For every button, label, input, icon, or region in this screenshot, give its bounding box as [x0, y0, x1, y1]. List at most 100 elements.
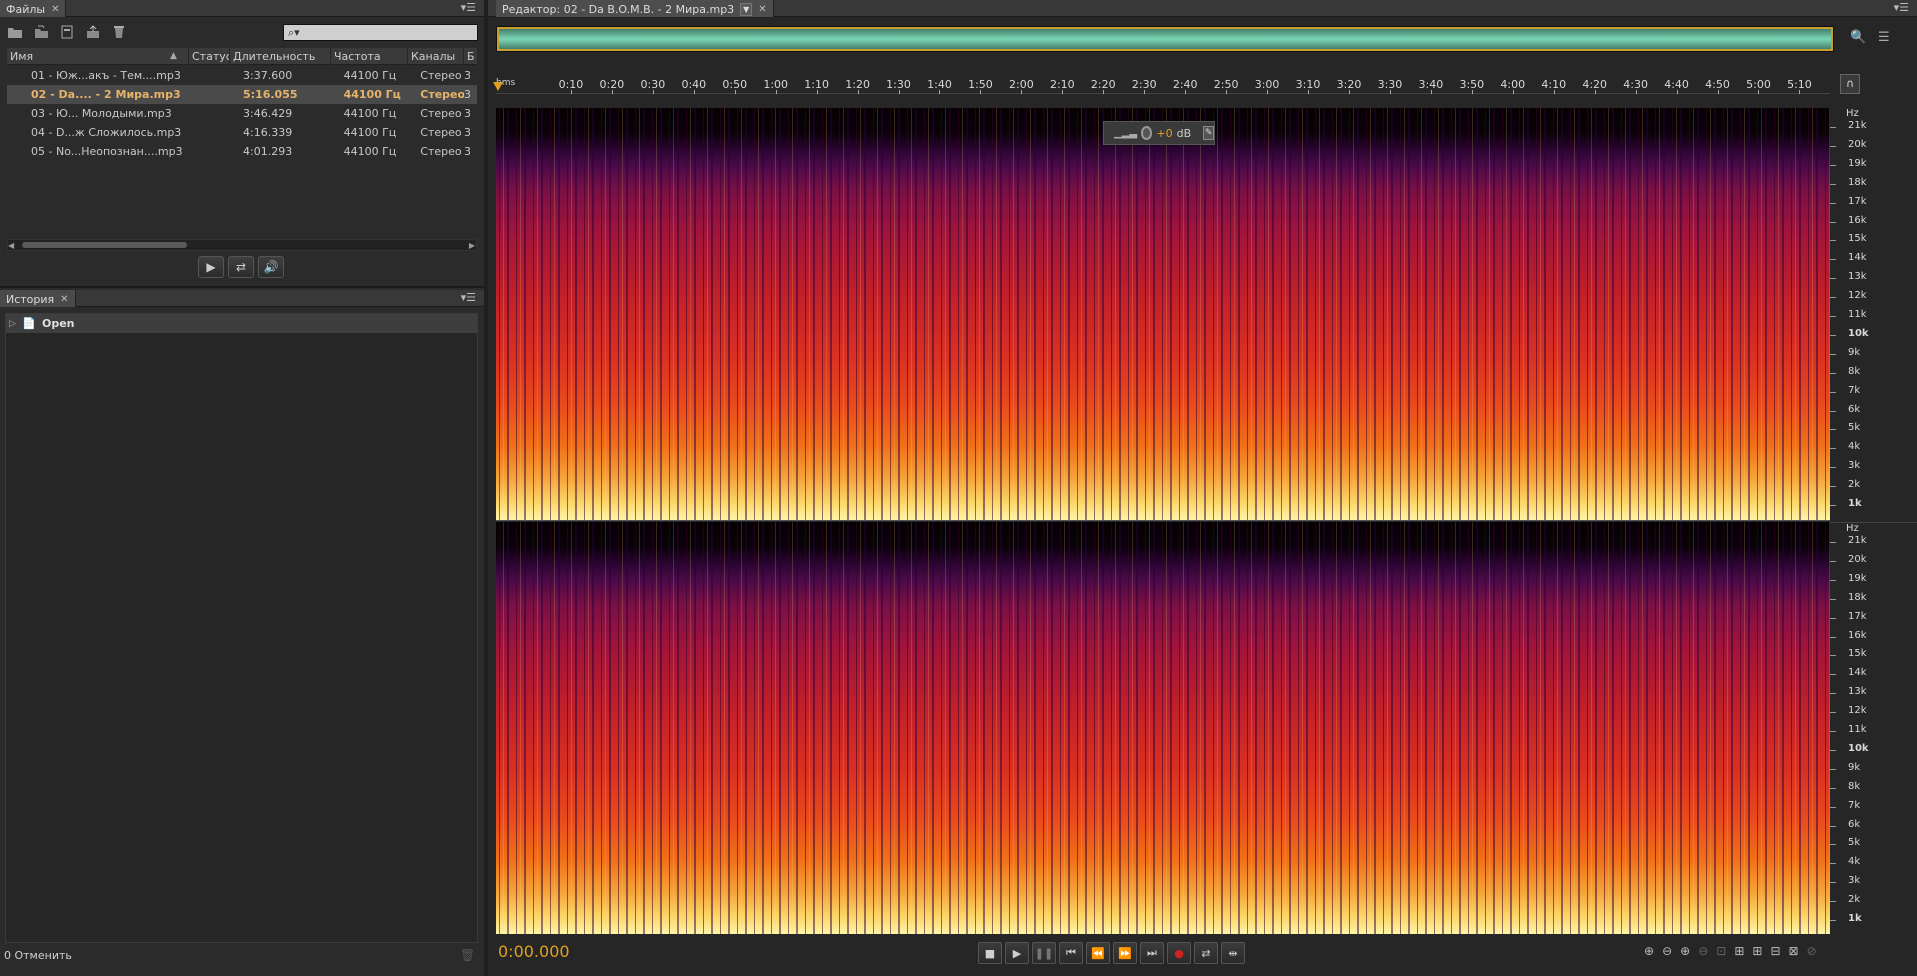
tab-history[interactable]: История ✕: [0, 290, 76, 307]
zoom-in-point-icon[interactable]: ⊞: [1734, 944, 1744, 958]
ruler-tick: [898, 90, 900, 94]
zoom-in-time-icon[interactable]: ⊕: [1680, 944, 1690, 958]
time-ruler[interactable]: hms 0:10 0:20 0:30 0:40 0:50 1:00 1:10 1:20 1:30…: [496, 74, 1830, 94]
rewind-icon[interactable]: ⏪: [1086, 942, 1110, 964]
file-b: 3: [464, 69, 472, 82]
panel-menu-icon[interactable]: ▾☰: [1894, 1, 1909, 14]
stop-icon[interactable]: ■: [978, 942, 1002, 964]
close-icon[interactable]: ✕: [60, 294, 68, 305]
ruler-tick: [570, 90, 572, 94]
history-item-label: Open: [42, 317, 75, 330]
level-meter-icon: ▁▂▃: [1114, 127, 1138, 139]
time-display[interactable]: 0:00.000: [498, 942, 570, 961]
file-frequency: 44100 Гц: [343, 88, 401, 101]
zoom-out-amplitude-icon[interactable]: ⊖: [1662, 944, 1672, 958]
tab-files[interactable]: Файлы ✕: [0, 0, 67, 17]
col-channels[interactable]: Каналы: [408, 48, 464, 65]
hz-label: 14k: [1848, 667, 1867, 679]
ruler-tick: [1676, 90, 1678, 94]
play-icon[interactable]: ▶: [198, 256, 224, 278]
panel-menu-icon[interactable]: ▾☰: [461, 291, 476, 304]
zoom-reset-icon[interactable]: ⊘: [1807, 944, 1817, 958]
col-b[interactable]: Б: [464, 48, 477, 65]
fast-forward-icon[interactable]: ⏩: [1113, 942, 1137, 964]
list-icon[interactable]: ☰: [1878, 30, 1890, 45]
file-b: 3: [464, 107, 472, 120]
zoom-icon[interactable]: 🔍: [1850, 30, 1866, 45]
overview-bar[interactable]: [496, 26, 1834, 52]
file-row[interactable]: ⫶⫶⫶05 - No...Неопознан....mp3 4:01.293 441…: [7, 142, 477, 161]
file-name: 04 - D...ж Сложилось.mp3: [31, 126, 182, 139]
scroll-thumb[interactable]: [22, 242, 187, 248]
col-status[interactable]: Статус: [189, 48, 230, 65]
new-file-icon[interactable]: [56, 22, 78, 42]
scroll-right-icon[interactable]: ▶: [469, 241, 475, 250]
col-name[interactable]: Имя: [7, 48, 189, 65]
hz-label: 12k: [1848, 290, 1867, 302]
file-row[interactable]: ⫶⫶⫶01 - Юж...акъ - Тем....mp3 3:37.600 441…: [7, 66, 477, 85]
overview-view-range[interactable]: [497, 27, 1833, 51]
file-row[interactable]: ⫶⫶⫶02 - Da.... - 2 Мира.mp3 5:16.055 44100…: [7, 85, 477, 104]
volume-knob-icon[interactable]: [1141, 126, 1153, 140]
file-dropdown-icon[interactable]: ▼: [740, 3, 753, 16]
playhead-marker[interactable]: [493, 82, 503, 91]
close-icon[interactable]: ✕: [51, 4, 59, 15]
spectrogram-right[interactable]: [496, 522, 1830, 934]
transport-controls: ■ ▶ ❚❚ ⏮ ⏪ ⏩ ⏭ ● ⇄ ⇹: [978, 942, 1245, 964]
ruler-tick: [693, 90, 695, 94]
hz-label: 1k: [1848, 913, 1862, 924]
spectrogram-left[interactable]: [496, 108, 1830, 521]
auto-play-icon[interactable]: 🔊: [258, 256, 284, 278]
hz-tick: [1830, 655, 1836, 657]
zoom-out-time-icon[interactable]: ⊖: [1698, 944, 1708, 958]
file-row[interactable]: ⫶⫶⫶04 - D...ж Сложилось.mp3 4:16.339 44100…: [7, 123, 477, 142]
files-scrollbar[interactable]: ◀ ▶: [7, 239, 477, 251]
scroll-left-icon[interactable]: ◀: [8, 241, 14, 250]
open-folder-icon[interactable]: [4, 22, 26, 42]
zoom-full-icon[interactable]: ⊡: [1716, 944, 1726, 958]
zoom-out-full-icon[interactable]: ⊟: [1770, 944, 1780, 958]
pin-icon[interactable]: ✎: [1203, 126, 1214, 140]
left-panels: Файлы ✕ ▾☰ ⌕▾ Имя Статус Длительность Ча…: [0, 0, 484, 976]
file-row[interactable]: ⫶⫶⫶03 - Ю... Молодыми.mp3 3:46.429 44100 Г…: [7, 104, 477, 123]
export-icon[interactable]: [82, 22, 104, 42]
zoom-in-amplitude-icon[interactable]: ⊕: [1644, 944, 1654, 958]
skip-forward-icon[interactable]: ⏭: [1140, 942, 1164, 964]
col-duration[interactable]: Длительность: [230, 48, 331, 65]
trash-icon[interactable]: 🗑: [460, 948, 475, 962]
pause-icon[interactable]: ❚❚: [1032, 942, 1056, 964]
hz-tick: [1830, 749, 1836, 751]
search-input[interactable]: ⌕▾: [283, 24, 478, 41]
col-frequency[interactable]: Частота: [331, 48, 408, 65]
ruler-tick: [652, 90, 654, 94]
file-channels: Стерео: [420, 88, 465, 101]
play-icon[interactable]: ▶: [1005, 942, 1029, 964]
snap-icon[interactable]: ∩: [1840, 74, 1860, 94]
loop-icon[interactable]: ⇄: [228, 256, 254, 278]
loop-icon[interactable]: ⇄: [1194, 942, 1218, 964]
hz-label: 9k: [1848, 761, 1861, 773]
hz-label: 2k: [1848, 479, 1861, 491]
skip-back-icon[interactable]: ⏮: [1059, 942, 1083, 964]
panel-menu-icon[interactable]: ▾☰: [461, 1, 476, 14]
record-icon[interactable]: ●: [1167, 942, 1191, 964]
ruler-tick: [1144, 90, 1146, 94]
hz-tick: [1830, 127, 1836, 128]
hz-tick: [1830, 636, 1836, 638]
close-icon[interactable]: ✕: [758, 4, 766, 15]
history-item[interactable]: ▷ 📄 Open: [6, 314, 477, 333]
ruler-tick: [1267, 90, 1269, 94]
hz-label: 3k: [1848, 460, 1861, 472]
hud-gain[interactable]: +0: [1156, 127, 1172, 140]
hz-label: 8k: [1848, 365, 1861, 377]
zoom-in-selection-icon[interactable]: ⊞: [1752, 944, 1762, 958]
hz-unit: Hz: [1846, 108, 1859, 119]
hz-label: 13k: [1848, 271, 1867, 283]
import-icon[interactable]: [30, 22, 52, 42]
hud-panel[interactable]: ▁▂▃ +0 dB ✎: [1103, 121, 1215, 145]
delete-icon[interactable]: [108, 22, 130, 42]
file-name: 01 - Юж...акъ - Тем....mp3: [31, 69, 181, 82]
tab-editor[interactable]: Редактор: 02 - Da B.O.M.B. - 2 Мира.mp3 …: [496, 0, 774, 17]
zoom-selection-icon[interactable]: ⊠: [1789, 944, 1799, 958]
skip-selection-icon[interactable]: ⇹: [1221, 942, 1245, 964]
